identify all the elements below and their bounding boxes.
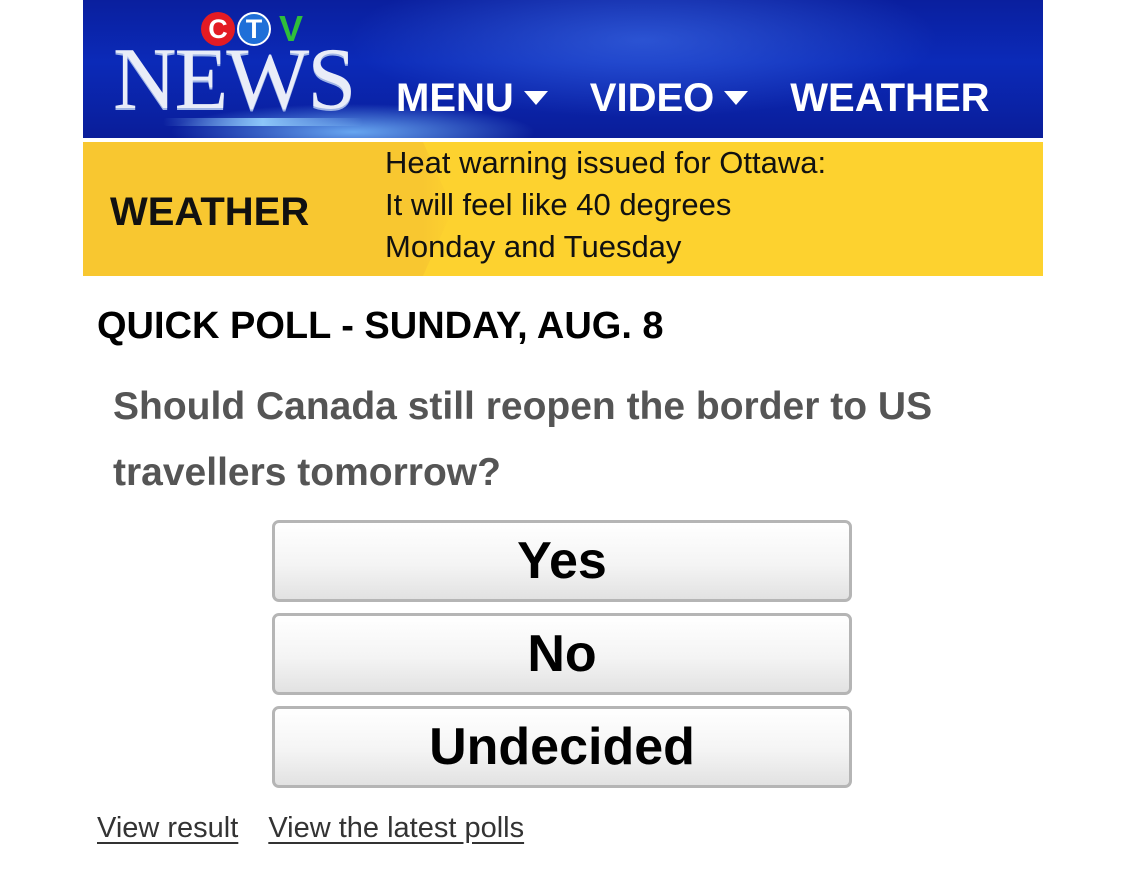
weather-alert-line: Heat warning issued for Ottawa: xyxy=(385,145,827,180)
nav-video-label: VIDEO xyxy=(589,76,715,120)
poll-links: View result View the latest polls xyxy=(97,810,524,846)
caret-down-icon xyxy=(523,91,548,105)
weather-alert-line: It will feel like 40 degrees xyxy=(385,187,732,222)
poll-question: Should Canada still reopen the border to… xyxy=(113,385,933,494)
view-latest-polls-link[interactable]: View the latest polls xyxy=(268,810,524,846)
news-wordmark: NEWS xyxy=(113,31,356,128)
poll-option-undecided-button[interactable]: Undecided xyxy=(272,706,852,788)
poll-option-no-button[interactable]: No xyxy=(272,613,852,695)
poll-title: QUICK POLL - SUNDAY, AUG. 8 xyxy=(97,305,664,347)
weather-alert-banner[interactable]: WEATHER Heat warning issued for Ottawa: … xyxy=(83,142,1043,276)
weather-label: WEATHER xyxy=(110,190,310,234)
poll-options: Yes No Undecided xyxy=(272,520,852,799)
nav-menu[interactable]: MENU xyxy=(396,76,548,120)
nav-menu-label: MENU xyxy=(396,76,514,120)
nav-weather-label: WEATHER xyxy=(790,76,990,120)
ctv-news-logo[interactable]: C T V NEWS xyxy=(113,8,356,124)
site-header: C T V NEWS MENU VIDEO WEATHER xyxy=(83,0,1043,138)
view-result-link[interactable]: View result xyxy=(97,810,238,846)
nav-video[interactable]: VIDEO xyxy=(589,76,749,120)
main-nav: MENU VIDEO WEATHER xyxy=(396,76,990,120)
caret-down-icon xyxy=(724,91,749,105)
poll-option-yes-button[interactable]: Yes xyxy=(272,520,852,602)
weather-alert-text: Heat warning issued for Ottawa: It will … xyxy=(385,142,1005,268)
nav-weather[interactable]: WEATHER xyxy=(790,76,989,120)
weather-alert-line: Monday and Tuesday xyxy=(385,229,682,264)
